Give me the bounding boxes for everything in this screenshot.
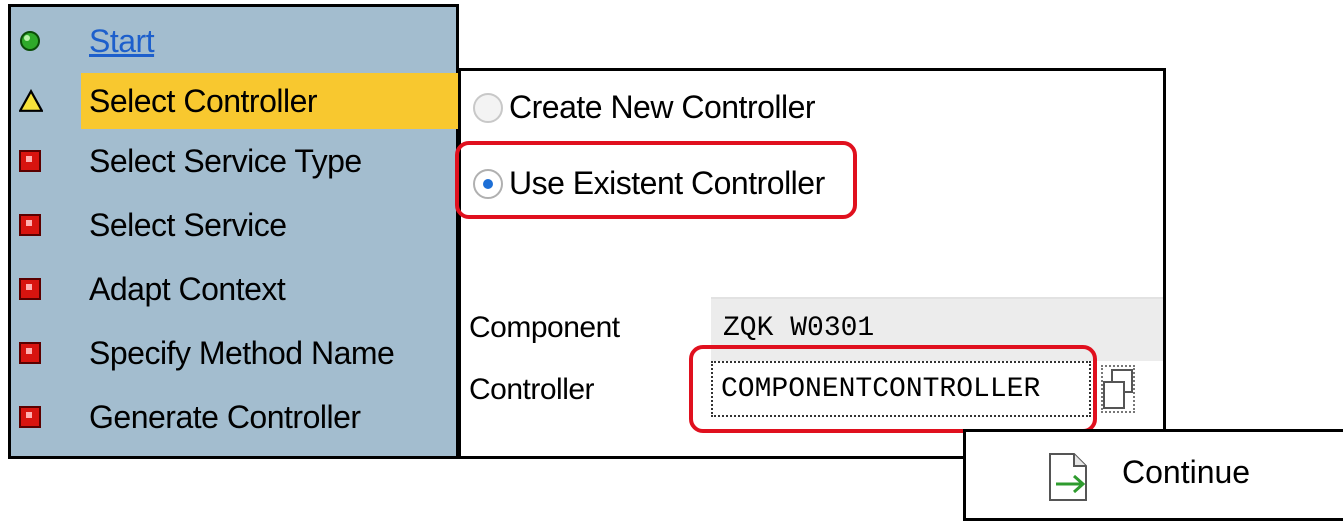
red-stop-icon [19, 406, 41, 428]
step-label-adapt-context: Adapt Context [89, 271, 286, 307]
continue-document-icon [1049, 453, 1087, 501]
red-stop-icon [19, 342, 41, 364]
annotation-highlight-controller [689, 345, 1097, 433]
component-label: Component [469, 311, 620, 344]
continue-button[interactable]: Continue [963, 429, 1343, 521]
red-stop-icon [19, 278, 41, 300]
step-label-specify-method-name: Specify Method Name [89, 335, 395, 371]
step-label-start[interactable]: Start [89, 13, 155, 69]
step-label-select-service-type: Select Service Type [89, 143, 362, 179]
component-value: ZQK W0301 [723, 313, 875, 344]
radio-create-new-controller[interactable]: Create New Controller [473, 89, 816, 126]
step-generate-controller[interactable]: Generate Controller [11, 389, 456, 445]
step-specify-method-name[interactable]: Specify Method Name [11, 325, 456, 381]
step-start[interactable]: Start [11, 13, 456, 69]
annotation-highlight-radio [455, 141, 857, 219]
wizard-step-list: Start Select Controller Select Service T… [8, 4, 459, 459]
value-help-icon[interactable] [1101, 365, 1139, 413]
step-label-generate-controller: Generate Controller [89, 399, 361, 435]
step-select-controller[interactable]: Select Controller [11, 73, 459, 129]
step-label-select-controller: Select Controller [89, 83, 318, 119]
controller-selection-panel: Create New Controller Use Existent Contr… [455, 68, 1166, 459]
controller-label: Controller [469, 373, 595, 406]
radio-create-label: Create New Controller [509, 89, 816, 125]
red-stop-icon [19, 150, 41, 172]
step-label-select-service: Select Service [89, 207, 287, 243]
red-stop-icon [19, 214, 41, 236]
step-select-service[interactable]: Select Service [11, 197, 456, 253]
warning-triangle-icon [19, 89, 43, 112]
continue-label: Continue [1122, 454, 1251, 490]
step-adapt-context[interactable]: Adapt Context [11, 261, 456, 317]
radio-button-unchecked[interactable] [473, 92, 503, 123]
green-light-icon [20, 31, 40, 51]
step-select-service-type[interactable]: Select Service Type [11, 133, 456, 189]
